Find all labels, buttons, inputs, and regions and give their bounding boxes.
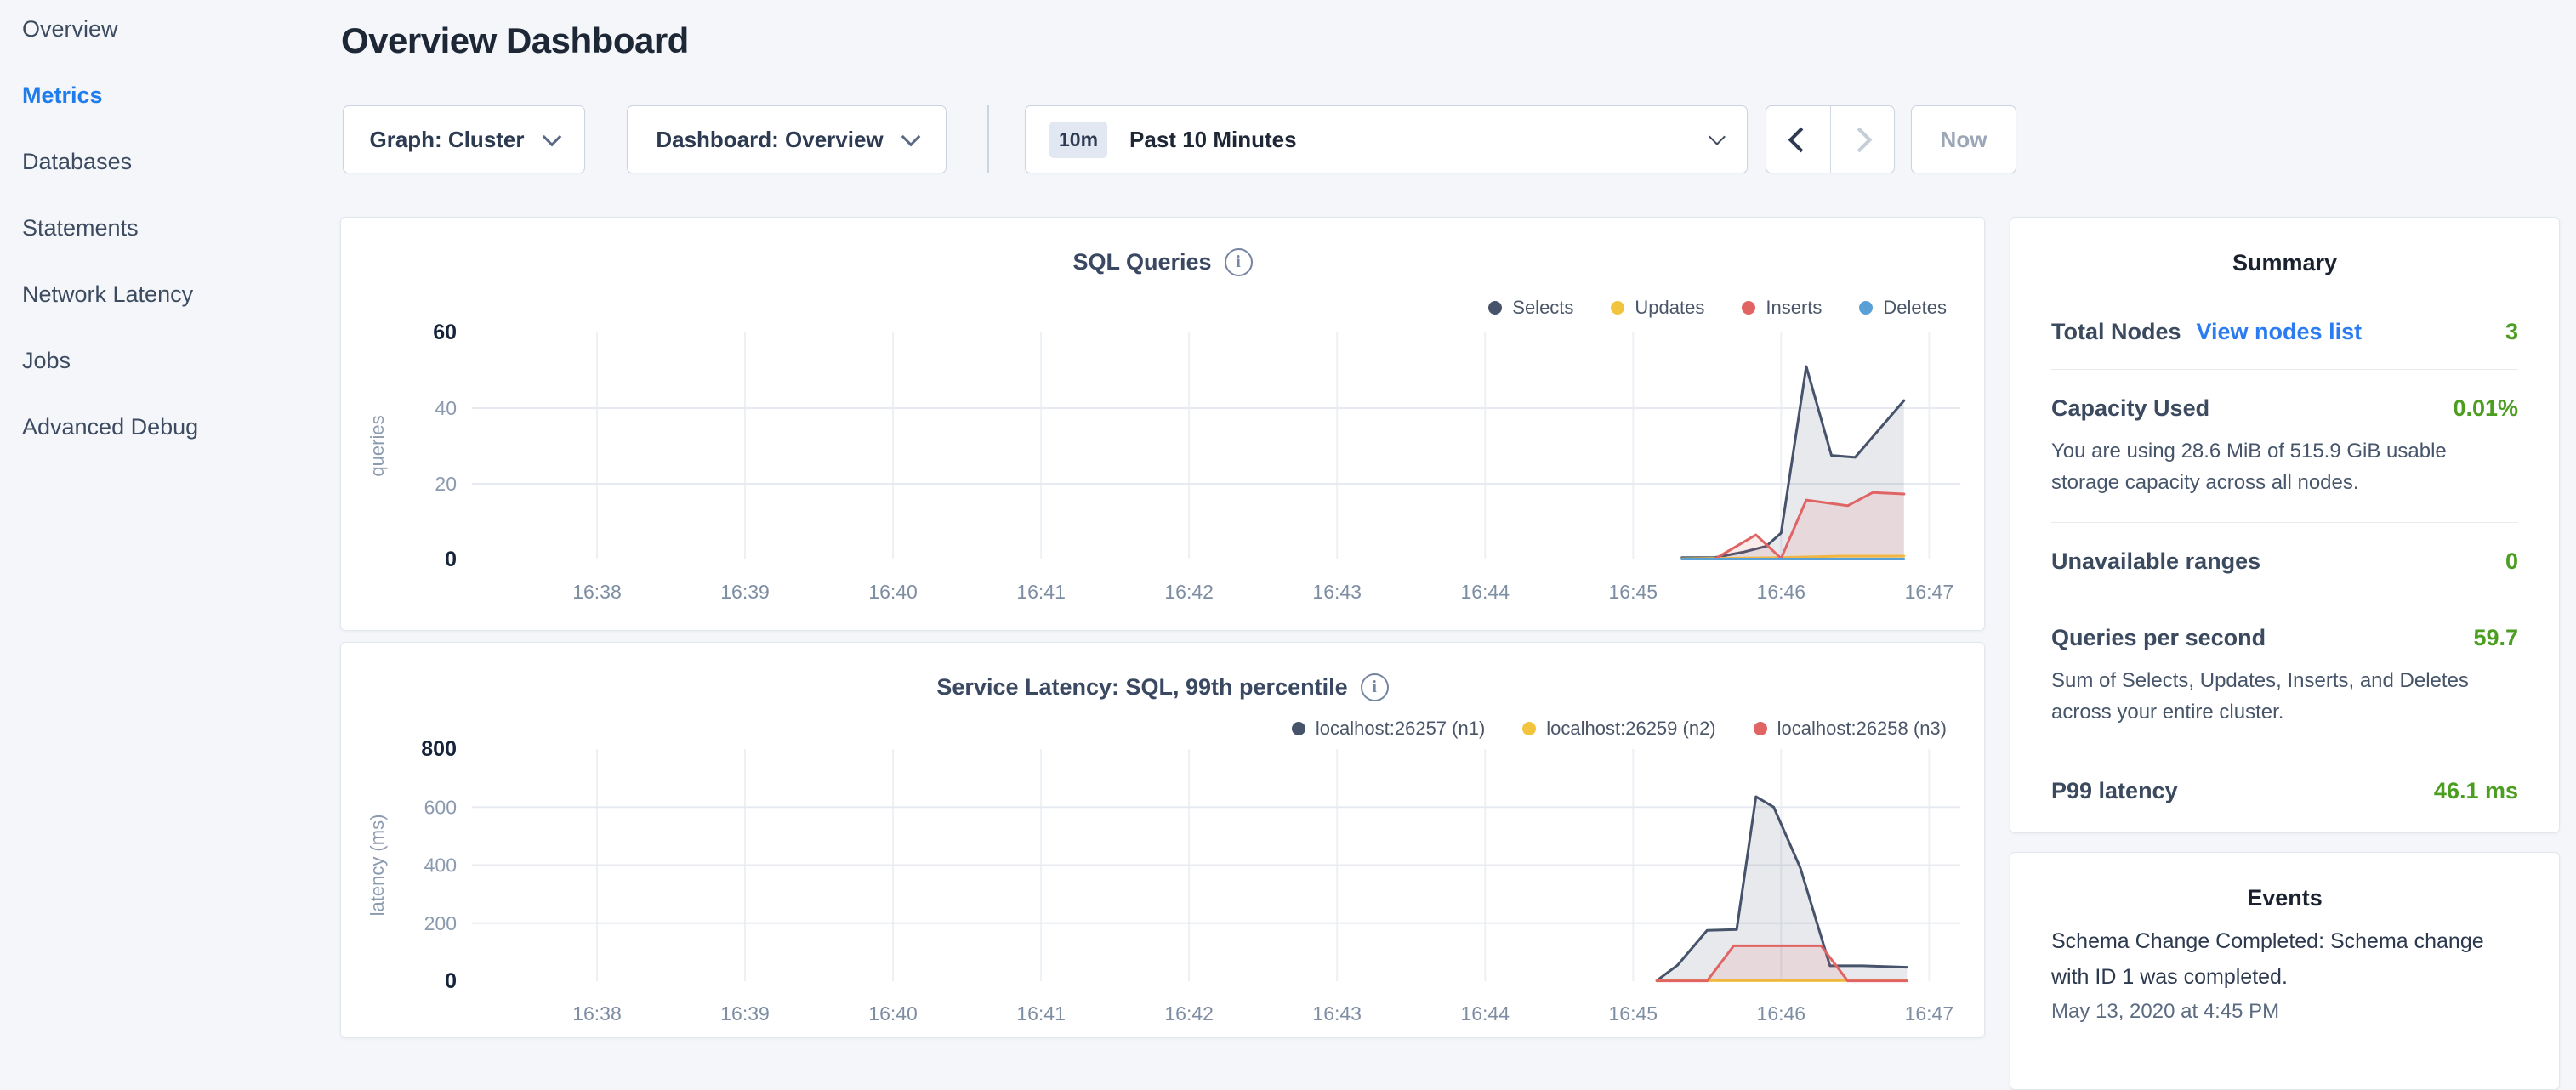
dashboard-dropdown[interactable]: Dashboard: Overview [627,105,947,173]
service-latency-plot-area[interactable]: 16:38 16:39 16:40 16:41 16:42 16:43 16:44 16:45… [341,643,1984,1037]
summary-value: 59.7 [2473,625,2518,651]
graph-scope-dropdown[interactable]: Graph: Cluster [343,105,585,173]
sidebar-item-metrics[interactable]: Metrics [22,83,340,107]
svg-text:16:45: 16:45 [1609,1002,1658,1025]
sidebar-item-advanced-debug[interactable]: Advanced Debug [22,415,340,439]
svg-text:latency (ms): latency (ms) [367,815,388,917]
svg-text:800: 800 [421,737,457,761]
prev-range-button[interactable] [1766,106,1830,173]
svg-text:20: 20 [435,473,457,495]
svg-text:16:42: 16:42 [1164,581,1214,603]
sidebar-item-databases[interactable]: Databases [22,150,340,173]
sidebar-item-statements[interactable]: Statements [22,216,340,240]
toolbar-divider [987,105,989,173]
sidebar-item-network-latency[interactable]: Network Latency [22,282,340,306]
service-latency-chart-card: Service Latency: SQL, 99th percentile i … [340,642,1985,1038]
events-title: Events [2010,853,2559,911]
svg-text:40: 40 [435,397,457,419]
svg-text:16:46: 16:46 [1757,1002,1806,1025]
svg-text:16:44: 16:44 [1460,581,1510,603]
summary-value: 0.01% [2453,395,2518,422]
svg-text:16:38: 16:38 [572,581,622,603]
svg-text:16:47: 16:47 [1905,581,1954,603]
svg-text:16:39: 16:39 [720,1002,770,1025]
now-button[interactable]: Now [1911,105,2016,173]
svg-text:16:43: 16:43 [1312,1002,1362,1025]
time-range-badge: 10m [1049,122,1107,158]
dashboard-label: Dashboard: Overview [656,127,883,153]
svg-text:16:38: 16:38 [572,1002,622,1025]
event-timestamp: May 13, 2020 at 4:45 PM [2051,1000,2518,1024]
summary-value: 3 [2505,319,2518,345]
chevron-right-icon [1847,127,1873,152]
time-range-selector[interactable]: 10m Past 10 Minutes [1025,105,1748,173]
sidebar-item-jobs[interactable]: Jobs [22,349,340,372]
time-range-nav [1766,105,1895,173]
sidebar-item-overview[interactable]: Overview [22,17,340,41]
summary-description: You are using 28.6 MiB of 515.9 GiB usab… [2051,435,2518,498]
chevron-down-icon [1709,128,1726,145]
summary-value: 46.1 ms [2434,778,2518,804]
summary-rows: Total Nodes View nodes list 3 Capacity Used… [2010,276,2559,828]
graph-scope-label: Graph: Cluster [369,127,524,153]
svg-text:16:40: 16:40 [868,581,918,603]
summary-label: P99 latency [2051,778,2178,804]
summary-row-capacity-used: Capacity Used 0.01% You are using 28.6 MiB… [2051,369,2518,522]
summary-label: Total Nodes [2051,319,2181,345]
summary-value: 0 [2505,548,2518,575]
svg-text:0: 0 [445,548,457,571]
summary-panel: Summary Total Nodes View nodes list 3 Capac… [2010,217,2560,833]
sql-queries-chart-card: SQL Queries i SelectsUpdatesInsertsDelet… [340,217,1985,631]
event-text: Schema Change Completed: Schema change w… [2051,923,2518,995]
svg-text:400: 400 [424,854,457,877]
next-range-button[interactable] [1830,106,1895,173]
svg-text:200: 200 [424,912,457,934]
svg-text:16:42: 16:42 [1164,1002,1214,1025]
svg-text:16:43: 16:43 [1312,581,1362,603]
page-title: Overview Dashboard [341,20,689,61]
summary-description: Sum of Selects, Updates, Inserts, and De… [2051,665,2518,728]
summary-row-total-nodes: Total Nodes View nodes list 3 [2051,293,2518,369]
sql-queries-plot-area[interactable]: 16:38 16:39 16:40 16:41 16:42 16:43 16:44 16:45… [341,218,1984,630]
summary-label: Capacity Used [2051,395,2209,422]
chevron-down-icon [542,127,561,146]
svg-text:16:44: 16:44 [1460,1002,1510,1025]
svg-text:queries: queries [367,415,388,476]
summary-row-unavailable-ranges: Unavailable ranges 0 [2051,522,2518,599]
svg-text:16:40: 16:40 [868,1002,918,1025]
now-button-label: Now [1941,127,1987,153]
sidebar: Overview Metrics Databases Statements Networ… [0,0,340,1051]
svg-text:16:39: 16:39 [720,581,770,603]
svg-text:16:46: 16:46 [1757,581,1806,603]
svg-text:0: 0 [445,969,457,993]
event-item: Schema Change Completed: Schema change w… [2051,923,2518,1024]
chevron-left-icon [1788,127,1813,152]
summary-label: Queries per second [2051,625,2266,651]
metrics-page: { "sidebar": { "items": [ {"label": "Ove… [0,0,2576,1051]
sidebar-nav-list: Overview Metrics Databases Statements Networ… [0,0,340,439]
summary-title: Summary [2010,218,2559,276]
svg-text:16:47: 16:47 [1905,1002,1954,1025]
svg-text:16:41: 16:41 [1016,1002,1066,1025]
events-list: Schema Change Completed: Schema change w… [2010,911,2559,1024]
time-range-label: Past 10 Minutes [1129,127,1689,153]
view-nodes-link[interactable]: View nodes list [2197,319,2363,345]
chevron-down-icon [901,127,920,146]
svg-text:60: 60 [433,321,457,344]
svg-text:600: 600 [424,796,457,818]
summary-row-p99-latency: P99 latency 46.1 ms [2051,752,2518,828]
svg-text:16:45: 16:45 [1609,581,1658,603]
summary-row-queries-per-second: Queries per second 59.7 Sum of Selects, Up… [2051,599,2518,752]
summary-label: Unavailable ranges [2051,548,2260,575]
svg-text:16:41: 16:41 [1016,581,1066,603]
events-panel: Events Schema Change Completed: Schema c… [2010,852,2560,1090]
